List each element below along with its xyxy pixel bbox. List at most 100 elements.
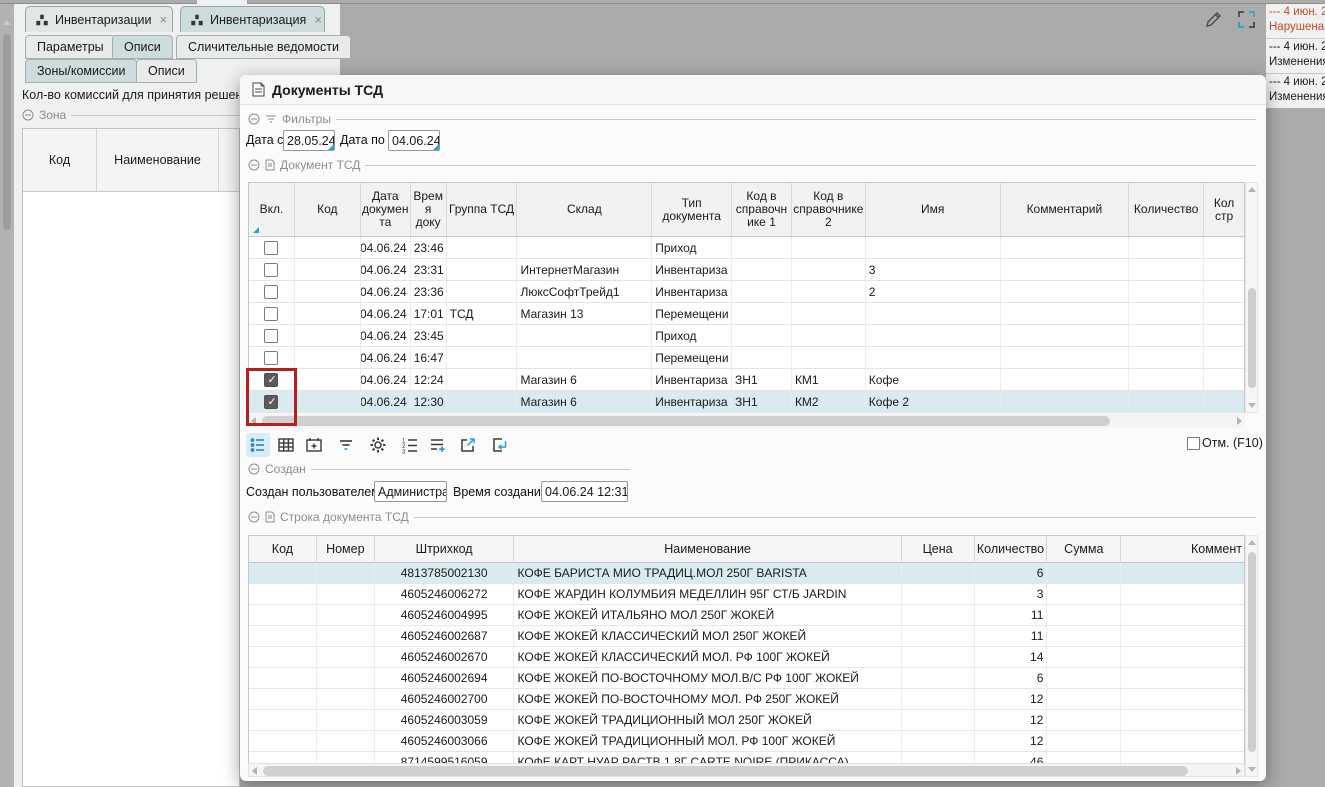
scrollbar-thumb[interactable]	[262, 416, 1110, 426]
zone-col-naimenovanie[interactable]: Наименование	[97, 129, 219, 191]
cell-kolstr	[1204, 237, 1244, 258]
doc-table-hscrollbar[interactable]	[248, 414, 1245, 428]
col-sklad[interactable]: Склад	[517, 183, 652, 236]
open-external-icon[interactable]	[456, 433, 480, 457]
line-table-row[interactable]: 4605246002700 КОФЕ ЖОКЕЙ ПО-ВОСТОЧНОМУ М…	[249, 689, 1244, 710]
log-entry[interactable]: --- 4 июн. 2 Изменения	[1266, 39, 1325, 74]
numbered-list-icon[interactable]: 123	[398, 433, 422, 457]
line-table-row[interactable]: 4605246004995 КОФЕ ЖОКЕЙ ИТАЛЬЯНО МОЛ 25…	[249, 605, 1244, 626]
doc-table-row[interactable]: 04.06.24 23:36 ЛюксСофтТрейд1 Инвентариз…	[249, 281, 1244, 303]
col-kol-strok[interactable]: Кол стр	[1204, 183, 1244, 236]
gear-icon[interactable]	[366, 433, 390, 457]
row-checkbox[interactable]	[264, 351, 278, 365]
col-komment[interactable]: Коммент	[1121, 536, 1244, 562]
line-table-row[interactable]: 8714599516059 КОФЕ КАРТ НУАР РАСТВ 1.8Г …	[249, 752, 1244, 763]
scroll-down-arrow-icon[interactable]	[1248, 403, 1256, 408]
row-checkbox[interactable]	[264, 307, 278, 321]
tab-slichitelnye-vedomosti[interactable]: Сличительные ведомости	[176, 35, 351, 59]
col-nomer[interactable]: Номер	[317, 536, 375, 562]
line-table-vscrollbar[interactable]	[1245, 535, 1258, 777]
reload-icon[interactable]	[488, 433, 512, 457]
date-from-input[interactable]: 28.05.24	[283, 130, 335, 151]
list-view-icon[interactable]	[246, 433, 270, 457]
scrollbar-thumb[interactable]	[1248, 288, 1256, 388]
tab-opisi[interactable]: Описи	[112, 35, 173, 59]
scroll-right-arrow-icon[interactable]	[1237, 417, 1242, 425]
log-entry[interactable]: --- 4 июн. 2 Нарушена у	[1266, 4, 1325, 39]
scrollbar-thumb[interactable]	[1248, 552, 1256, 752]
col-gruppa-tsd[interactable]: Группа ТСД	[447, 183, 518, 236]
scroll-up-arrow-icon[interactable]	[3, 20, 11, 25]
col-tip-dokumenta[interactable]: Тип документа	[652, 183, 732, 236]
scrollbar-thumb[interactable]	[263, 766, 1188, 776]
doc-table-row[interactable]: 04.06.24 23:45 Приход	[249, 325, 1244, 347]
log-entry[interactable]: --- 4 июн. 2 Изменения	[1266, 74, 1325, 108]
col-imya[interactable]: Имя	[866, 183, 1001, 236]
collapse-minus-icon[interactable]	[22, 109, 34, 121]
doc-table-row[interactable]: 04.06.24 12:30 Магазин 6 Инвентариза ЗН1…	[249, 391, 1244, 413]
line-table-row[interactable]: 4605246006272 КОФЕ ЖАРДИН КОЛУМБИЯ МЕДЕЛ…	[249, 584, 1244, 605]
mark-f10-checkbox[interactable]	[1187, 437, 1200, 450]
row-checkbox[interactable]	[264, 285, 278, 299]
col-vkl[interactable]: Вкл.	[249, 183, 295, 236]
grid-view-icon[interactable]	[274, 433, 298, 457]
scroll-down-arrow-icon[interactable]	[1248, 767, 1256, 772]
pencil-icon[interactable]	[1203, 9, 1224, 30]
row-checkbox[interactable]	[264, 241, 278, 255]
date-to-input[interactable]: 04.06.24	[388, 130, 440, 151]
line-table-row[interactable]: 4605246002670 КОФЕ ЖОКЕЙ КЛАССИЧЕСКИЙ МО…	[249, 647, 1244, 668]
col-kod[interactable]: Код	[249, 536, 317, 562]
scroll-left-arrow-icon[interactable]	[252, 767, 257, 775]
doc-table-vscrollbar[interactable]	[1245, 182, 1258, 413]
line-table-row[interactable]: 4605246003066 КОФЕ ЖОКЕЙ ТРАДИЦИОННЫЙ МО…	[249, 731, 1244, 752]
expand-icon[interactable]	[1236, 9, 1257, 30]
doc-table-row[interactable]: 04.06.24 23:31 ИнтернетМагазин Инвентари…	[249, 259, 1244, 281]
row-checkbox[interactable]	[264, 329, 278, 343]
line-table-row[interactable]: 4605246002694 КОФЕ ЖОКЕЙ ПО-ВОСТОЧНОМУ М…	[249, 668, 1244, 689]
tab-zony-komissii[interactable]: Зоны/комиссии	[25, 59, 137, 83]
col-kolichestvo[interactable]: Количество	[975, 536, 1048, 562]
scroll-right-arrow-icon[interactable]	[1236, 767, 1241, 775]
doc-table-row[interactable]: 04.06.24 23:46 Приход	[249, 237, 1244, 259]
col-data-dokumenta[interactable]: Дата документа	[361, 183, 411, 236]
scroll-up-arrow-icon[interactable]	[1248, 187, 1256, 192]
scroll-up-arrow-icon[interactable]	[1248, 540, 1256, 545]
created-by-input[interactable]: Администра	[374, 481, 447, 502]
row-checkbox[interactable]	[264, 263, 278, 277]
close-icon[interactable]: ×	[314, 12, 322, 27]
col-kod[interactable]: Код	[295, 183, 361, 236]
doc-table-row[interactable]: 04.06.24 17:01 ТСД Магазин 13 Перемещени	[249, 303, 1244, 325]
col-kod-spravochnik-2[interactable]: Код в справочнике 2	[792, 183, 866, 236]
filter-icon[interactable]	[334, 433, 358, 457]
col-vremya-dokumenta[interactable]: Время доку	[411, 183, 447, 236]
col-kommentarij[interactable]: Комментарий	[1001, 183, 1130, 236]
col-kolichestvo[interactable]: Количество	[1129, 183, 1204, 236]
collapse-minus-icon[interactable]	[248, 511, 260, 523]
dialog-titlebar[interactable]: Документы ТСД	[240, 75, 1266, 105]
add-row-icon[interactable]	[426, 433, 450, 457]
col-kod-spravochnik-1[interactable]: Код в справочнике 1	[732, 183, 792, 236]
collapse-minus-icon[interactable]	[248, 113, 260, 125]
tab-opisi-2[interactable]: Описи	[136, 59, 197, 83]
tab-inventarizaciya[interactable]: Инвентаризация ×	[180, 6, 325, 32]
collapse-minus-icon[interactable]	[248, 159, 260, 171]
line-table-row[interactable]: 4813785002130 КОФЕ БАРИСТА МИО ТРАДИЦ.МО…	[249, 563, 1244, 584]
window-vertical-scrollbar[interactable]	[0, 4, 14, 787]
col-summa[interactable]: Сумма	[1047, 536, 1121, 562]
close-icon[interactable]: ×	[160, 12, 168, 27]
line-table-row[interactable]: 4605246002687 КОФЕ ЖОКЕЙ КЛАССИЧЕСКИЙ МО…	[249, 626, 1244, 647]
tab-parametry[interactable]: Параметры	[25, 35, 116, 59]
line-table-row[interactable]: 4605246003059 КОФЕ ЖОКЕЙ ТРАДИЦИОННЫЙ МО…	[249, 710, 1244, 731]
doc-table-row[interactable]: 04.06.24 12:24 Магазин 6 Инвентариза ЗН1…	[249, 369, 1244, 391]
col-naimenovanie[interactable]: Наименование	[514, 536, 901, 562]
zone-col-kod[interactable]: Код	[23, 129, 97, 191]
line-table-hscrollbar[interactable]	[248, 763, 1245, 777]
calendar-add-icon[interactable]	[302, 433, 326, 457]
scrollbar-thumb[interactable]	[3, 34, 11, 230]
created-at-input[interactable]: 04.06.24 12:31	[541, 481, 628, 502]
collapse-minus-icon[interactable]	[248, 463, 260, 475]
tab-inventarizacii[interactable]: Инвентаризации ×	[25, 6, 173, 32]
col-cena[interactable]: Цена	[902, 536, 975, 562]
col-shtrihkod[interactable]: Штрихкод	[375, 536, 515, 562]
doc-table-row[interactable]: 04.06.24 16:47 Перемещени	[249, 347, 1244, 369]
